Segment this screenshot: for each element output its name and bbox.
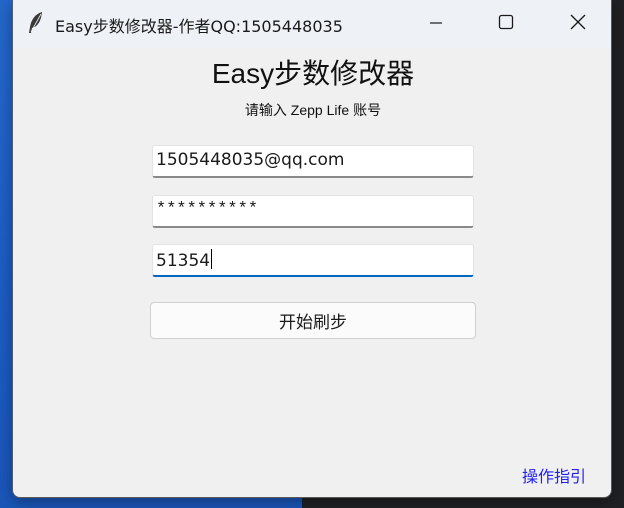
maximize-button[interactable] (471, 0, 541, 48)
feather-icon (27, 11, 45, 35)
text-caret (211, 249, 213, 269)
maximize-icon (498, 14, 514, 34)
start-button[interactable]: 开始刷步 (150, 302, 476, 339)
account-input-value: 1505448035@qq.com (156, 150, 345, 170)
page-title: Easy步数修改器 (13, 52, 611, 92)
window-title: Easy步数修改器-作者QQ:1505448035 (55, 17, 343, 36)
password-input-value: ********** (156, 200, 259, 219)
app-window: Easy步数修改器-作者QQ:1505448035 Easy步数修改器 请输入 … (12, 0, 612, 498)
minimize-button[interactable] (401, 0, 471, 48)
steps-input[interactable]: 51354 (152, 244, 474, 277)
guide-link[interactable]: 操作指引 (522, 463, 586, 487)
minimize-icon (429, 15, 443, 34)
page-title-cjk: 数修改器 (302, 57, 415, 90)
account-input[interactable]: 1505448035@qq.com (152, 145, 474, 178)
close-icon (570, 14, 586, 34)
close-button[interactable] (543, 0, 611, 48)
title-bar[interactable]: Easy步数修改器-作者QQ:1505448035 (13, 0, 611, 48)
password-input[interactable]: ********** (152, 195, 474, 228)
steps-input-value: 51354 (156, 251, 211, 271)
page-title-latin: Easy步 (211, 58, 303, 89)
subtitle-label: 请输入 Zepp Life 账号 (244, 102, 382, 118)
